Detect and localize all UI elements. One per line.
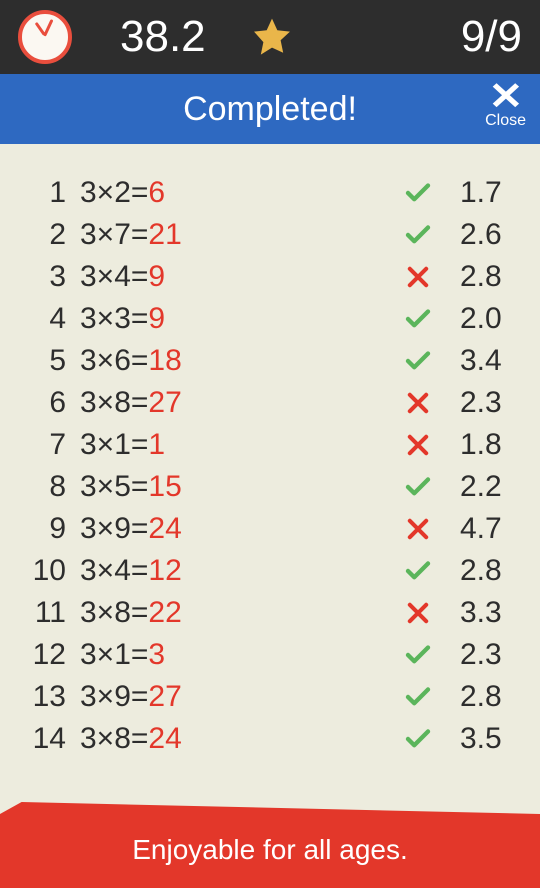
result-row: 2 3×7=21 2.6 [24,214,516,256]
star-icon [250,15,294,59]
score: 9/9 [461,12,522,62]
row-answer: 3 [148,638,165,671]
row-answer: 27 [148,680,181,713]
row-time: 2.8 [460,256,516,298]
row-equation: 3×4=12 [80,550,182,592]
row-index: 13 [24,676,66,718]
row-equation: 3×3=9 [80,298,165,340]
row-answer: 12 [148,554,181,587]
cross-icon [400,515,436,543]
row-time: 2.8 [460,676,516,718]
completed-header: Completed! ✕ Close [0,74,540,144]
cross-icon [400,599,436,627]
row-time: 2.2 [460,466,516,508]
check-icon [400,682,436,712]
row-index: 9 [24,508,66,550]
check-icon [400,346,436,376]
row-answer: 24 [148,512,181,545]
row-time: 2.0 [460,298,516,340]
row-time: 1.7 [460,172,516,214]
check-icon [400,724,436,754]
top-bar: 38.2 9/9 [0,0,540,74]
row-index: 10 [24,550,66,592]
row-time: 1.8 [460,424,516,466]
row-time: 2.3 [460,634,516,676]
row-equation: 3×1=3 [80,634,165,676]
cross-icon [400,389,436,417]
row-index: 14 [24,718,66,760]
row-answer: 9 [148,260,165,293]
result-row: 13 3×9=27 2.8 [24,676,516,718]
result-row: 1 3×2=6 1.7 [24,172,516,214]
result-row: 14 3×8=24 3.5 [24,718,516,760]
footer-text: Enjoyable for all ages. [132,834,408,865]
result-row: 4 3×3=9 2.0 [24,298,516,340]
row-equation: 3×8=27 [80,382,182,424]
result-row: 5 3×6=18 3.4 [24,340,516,382]
result-row: 8 3×5=15 2.2 [24,466,516,508]
check-icon [400,220,436,250]
result-row: 9 3×9=24 4.7 [24,508,516,550]
check-icon [400,472,436,502]
row-answer: 15 [148,470,181,503]
elapsed-time: 38.2 [120,12,206,62]
row-equation: 3×6=18 [80,340,182,382]
row-time: 3.5 [460,718,516,760]
header-title: Completed! [183,90,357,129]
row-equation: 3×1=1 [80,424,165,466]
row-time: 2.8 [460,550,516,592]
row-index: 3 [24,256,66,298]
row-answer: 18 [148,344,181,377]
row-equation: 3×8=22 [80,592,182,634]
cross-icon [400,263,436,291]
row-time: 3.4 [460,340,516,382]
check-icon [400,556,436,586]
row-answer: 1 [148,428,165,461]
row-equation: 3×7=21 [80,214,182,256]
result-row: 6 3×8=27 2.3 [24,382,516,424]
check-icon [400,640,436,670]
row-time: 2.3 [460,382,516,424]
results-list: 1 3×2=6 1.7 2 3×7=21 2.6 3 3×4=9 2.8 4 3×3=9 2.0 5 3×… [0,144,540,760]
row-index: 4 [24,298,66,340]
row-answer: 24 [148,722,181,755]
row-time: 3.3 [460,592,516,634]
row-index: 2 [24,214,66,256]
row-index: 12 [24,634,66,676]
row-answer: 21 [148,218,181,251]
row-answer: 6 [148,176,165,209]
result-row: 12 3×1=3 2.3 [24,634,516,676]
row-index: 5 [24,340,66,382]
row-equation: 3×2=6 [80,172,165,214]
result-row: 10 3×4=12 2.8 [24,550,516,592]
result-row: 3 3×4=9 2.8 [24,256,516,298]
row-time: 2.6 [460,214,516,256]
row-index: 6 [24,382,66,424]
row-time: 4.7 [460,508,516,550]
row-answer: 9 [148,302,165,335]
row-equation: 3×9=27 [80,676,182,718]
row-answer: 22 [148,596,181,629]
result-row: 11 3×8=22 3.3 [24,592,516,634]
close-button[interactable]: ✕ Close [485,80,526,130]
row-index: 8 [24,466,66,508]
row-equation: 3×4=9 [80,256,165,298]
close-icon: ✕ [488,80,523,114]
cross-icon [400,431,436,459]
row-equation: 3×5=15 [80,466,182,508]
clock-icon [18,10,72,64]
check-icon [400,178,436,208]
row-index: 7 [24,424,66,466]
row-answer: 27 [148,386,181,419]
footer-banner[interactable]: Enjoyable for all ages. [0,814,540,888]
result-row: 7 3×1=1 1.8 [24,424,516,466]
row-index: 1 [24,172,66,214]
row-equation: 3×9=24 [80,508,182,550]
row-equation: 3×8=24 [80,718,182,760]
row-index: 11 [24,592,66,634]
check-icon [400,304,436,334]
